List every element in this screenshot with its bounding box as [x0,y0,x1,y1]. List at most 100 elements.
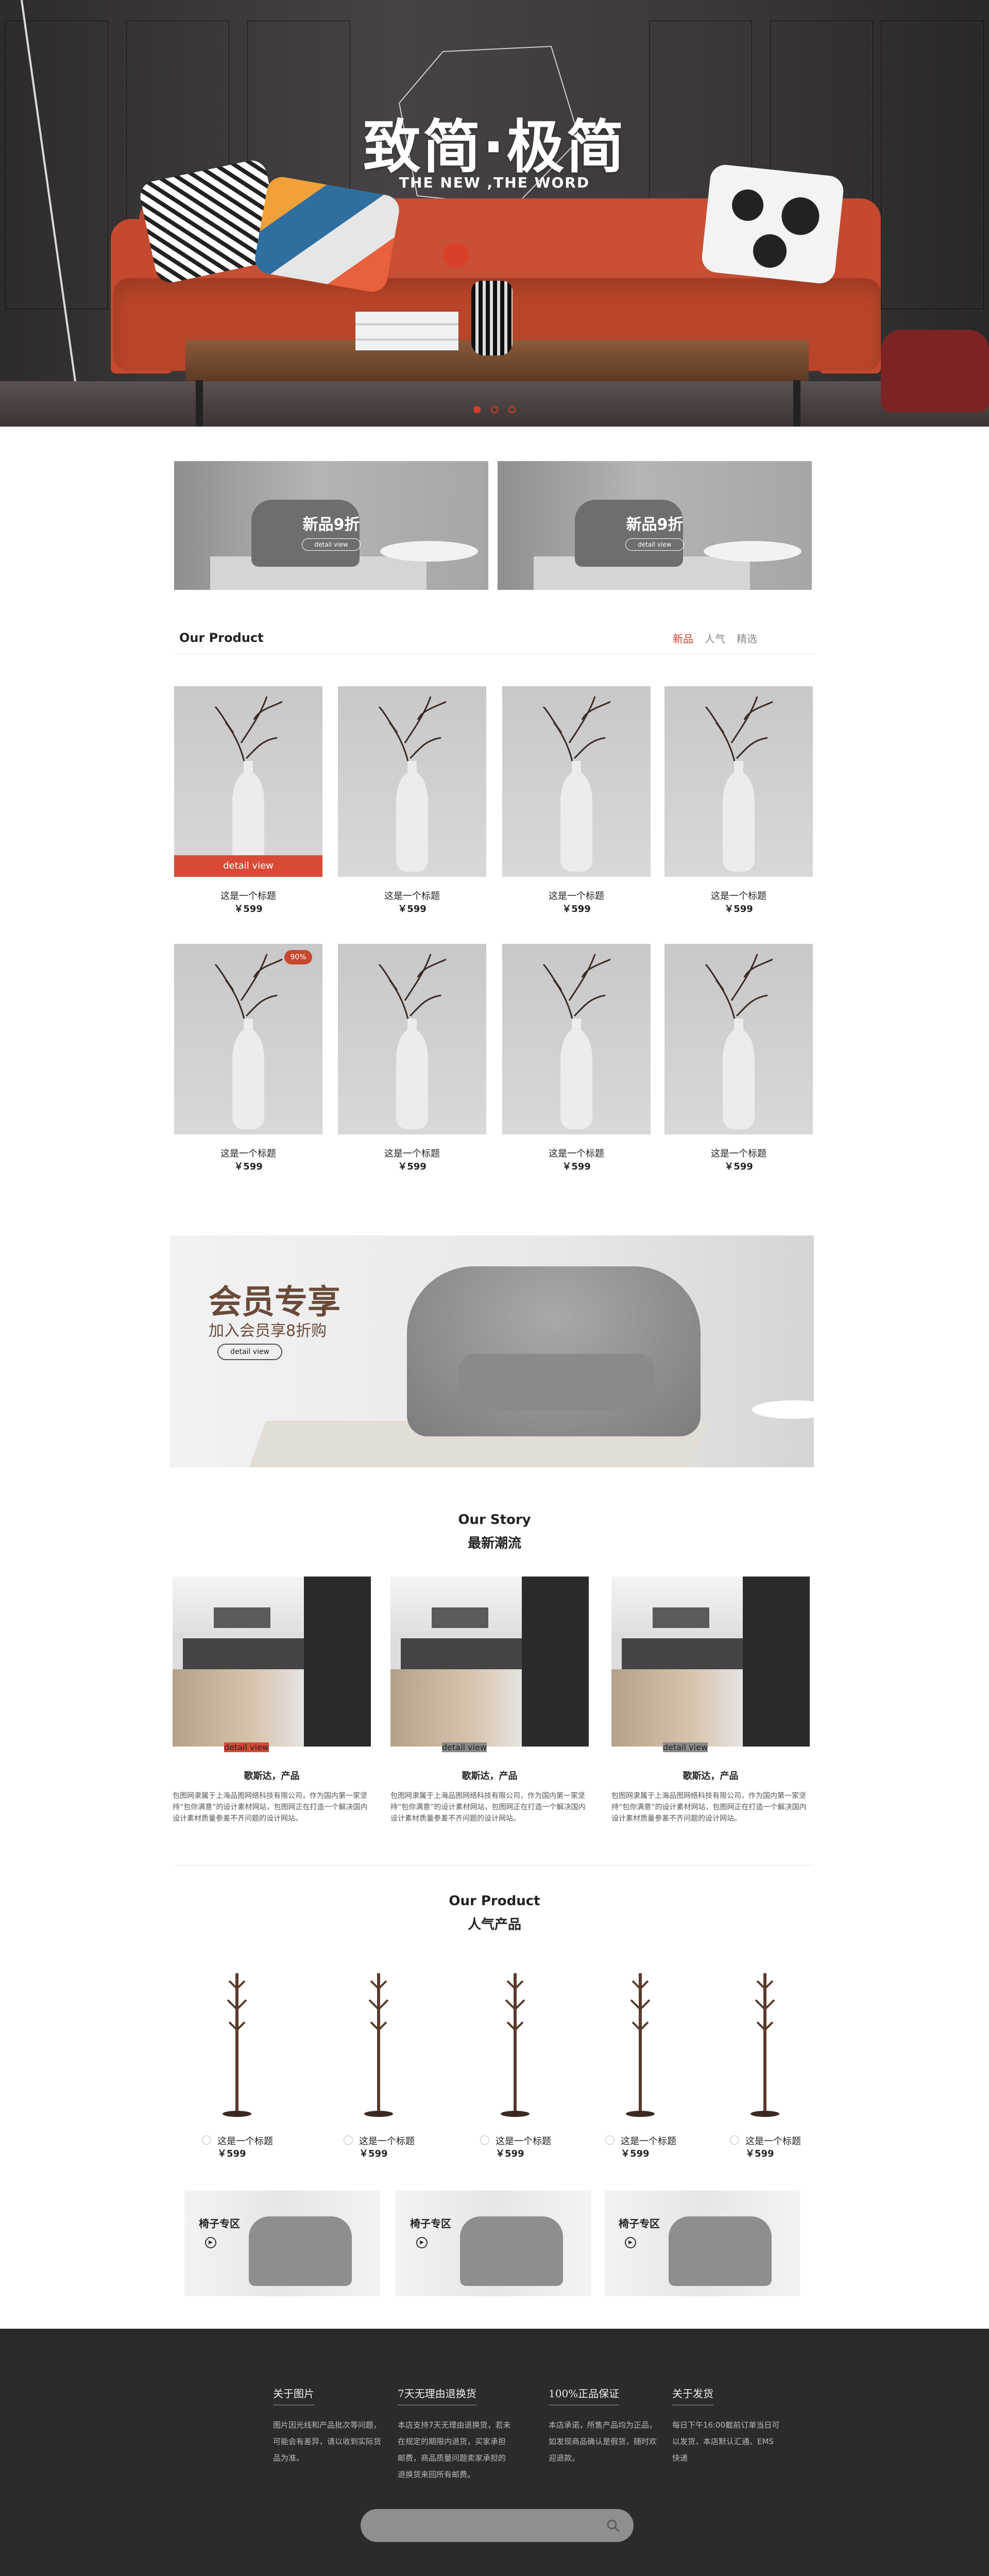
detail-view-button[interactable]: detail view [224,1742,269,1752]
promo-banner[interactable]: 新品9折 detail view [174,461,488,590]
detail-view-button[interactable]: detail view [217,1344,282,1360]
play-icon[interactable]: ▶ [205,2237,216,2248]
search-input[interactable] [381,2516,587,2535]
story-card[interactable] [173,1577,371,1747]
white-vase [396,1029,428,1129]
product-name[interactable]: 这是一个标题 [359,2134,415,2147]
footer-heading: 关于图片 [273,2385,314,2405]
member-subtitle: 加入会员享8折购 [209,1322,327,1340]
chair-zone-card[interactable]: 椅子专区 ▶ [396,2191,591,2296]
member-banner[interactable]: 会员专享 加入会员享8折购 detail view [170,1235,814,1467]
range-hood [214,1607,270,1628]
promo-banner[interactable]: 新品9折 detail view [498,461,812,590]
coat-rack-card[interactable] [474,1968,556,2138]
footer-col: 7天无理由退换货 本店支持7天无理由退换货，若未在规定的期限内退货，买家承担邮费… [398,2385,511,2483]
popular-title: Our Product [449,1893,540,1909]
table-leg [793,380,800,427]
range-hood [432,1607,488,1628]
coat-rack-card[interactable] [599,1968,681,2138]
kitchen-counter [183,1638,306,1669]
product-price: ￥599 [398,1161,427,1172]
table-leg [196,380,203,427]
hero-subtitle: THE NEW ,THE WORD [399,174,590,191]
white-vase [560,1029,592,1129]
product-card[interactable]: detail view [174,686,322,877]
discount-badge: 90% [284,950,312,964]
product-name[interactable]: 这是一个标题 [217,2134,273,2147]
search-bar [361,2509,634,2542]
product-name[interactable]: 这是一个标题 [621,2134,676,2147]
coat-rack-card[interactable] [724,1968,806,2138]
circle-icon [344,2136,353,2145]
product-name[interactable]: 这是一个标题 [502,1146,651,1160]
hero-banner: 致简·极简 THE NEW ,THE WORD [0,0,989,427]
story-card[interactable] [611,1577,810,1747]
coat-rack-image [626,1973,655,2117]
footer-text: 本店支持7天无理由退换货，若未在规定的期限内退货，买家承担邮费，商品质量问题卖家… [398,2420,511,2479]
circle-icon [480,2136,489,2145]
promo-text: 新品9折 [626,516,684,534]
white-vase [396,771,428,872]
footer-col: 关于发货 每日下午16:00截前订单当日可以发货，本店默认汇通、EMS快递 [672,2385,780,2466]
coat-rack-image [364,1973,393,2117]
white-vase [560,771,592,872]
play-icon[interactable]: ▶ [625,2237,636,2248]
tab-new[interactable]: 新品 [673,631,693,646]
divider [175,1865,814,1866]
product-name[interactable]: 这是一个标题 [338,889,486,902]
product-name[interactable]: 这是一个标题 [338,1146,486,1160]
slider-dot[interactable] [508,406,516,413]
product-price: ￥599 [217,2148,246,2159]
product-name[interactable]: 这是一个标题 [502,889,651,902]
slider-dot[interactable] [491,406,498,413]
striped-vase [471,281,513,355]
product-name[interactable]: 这是一个标题 [174,1146,322,1160]
coat-rack-card[interactable] [196,1968,278,2138]
product-card[interactable] [664,686,813,877]
footer-text: 本店承诺，所售产品均为正品，如发现商品确认是假货，随时欢迎退款。 [549,2420,657,2463]
detail-view-button[interactable]: detail view [302,538,361,551]
promo-text: 新品9折 [302,516,360,534]
product-card[interactable] [502,686,651,877]
zone-title: 椅子专区 [619,2217,660,2230]
product-name[interactable]: 这是一个标题 [174,889,322,902]
kitchen-fridge [304,1577,371,1747]
product-price: ￥599 [562,904,591,914]
story-name: 歌斯达，产品 [683,1771,739,1782]
circle-icon [202,2136,211,2145]
detail-view-button[interactable]: detail view [663,1742,708,1752]
chair-zone-card[interactable]: 椅子专区 ▶ [604,2191,800,2296]
tab-featured[interactable]: 精选 [737,631,757,646]
handbag [881,330,989,412]
white-vase [232,1029,264,1129]
product-name[interactable]: 这是一个标题 [664,889,813,902]
detail-view-button[interactable]: detail view [625,538,684,551]
product-name[interactable]: 这是一个标题 [496,2134,551,2147]
product-card[interactable] [502,944,651,1134]
product-price: ￥599 [745,2148,774,2159]
product-card[interactable]: 90% [174,944,322,1134]
product-price: ￥599 [724,904,753,914]
detail-view-button[interactable]: detail view [174,855,322,877]
hero-title: 致简·极简 [363,114,626,181]
footer-col: 100%正品保证 本店承诺，所售产品均为正品，如发现商品确认是假货，随时欢迎退款… [549,2385,657,2466]
product-card[interactable] [338,686,486,877]
footer-text: 图片因光线和产品批次等问题，可能会有差异，请以收到实际货品为准。 [273,2420,382,2463]
slider-dot[interactable] [473,406,481,413]
white-vase [723,1029,755,1129]
product-card[interactable] [338,944,486,1134]
tab-popular[interactable]: 人气 [705,631,725,646]
story-description: 包图网隶属于上海品图网络科技有限公司，作为国内第一家坚持“包你满意”的设计素材网… [173,1792,368,1823]
product-name[interactable]: 这是一个标题 [664,1146,813,1160]
kitchen-fridge [522,1577,589,1747]
detail-view-button[interactable]: detail view [442,1742,487,1752]
story-card[interactable] [390,1577,589,1747]
chair-zone-card[interactable]: 椅子专区 ▶ [184,2191,380,2296]
play-icon[interactable]: ▶ [416,2237,428,2248]
product-name[interactable]: 这是一个标题 [745,2134,801,2147]
footer-col: 关于图片 图片因光线和产品批次等问题，可能会有差异，请以收到实际货品为准。 [273,2385,381,2466]
product-card[interactable] [664,944,813,1134]
books [355,312,458,350]
coat-rack-card[interactable] [337,1968,420,2138]
search-icon[interactable] [606,2518,620,2533]
